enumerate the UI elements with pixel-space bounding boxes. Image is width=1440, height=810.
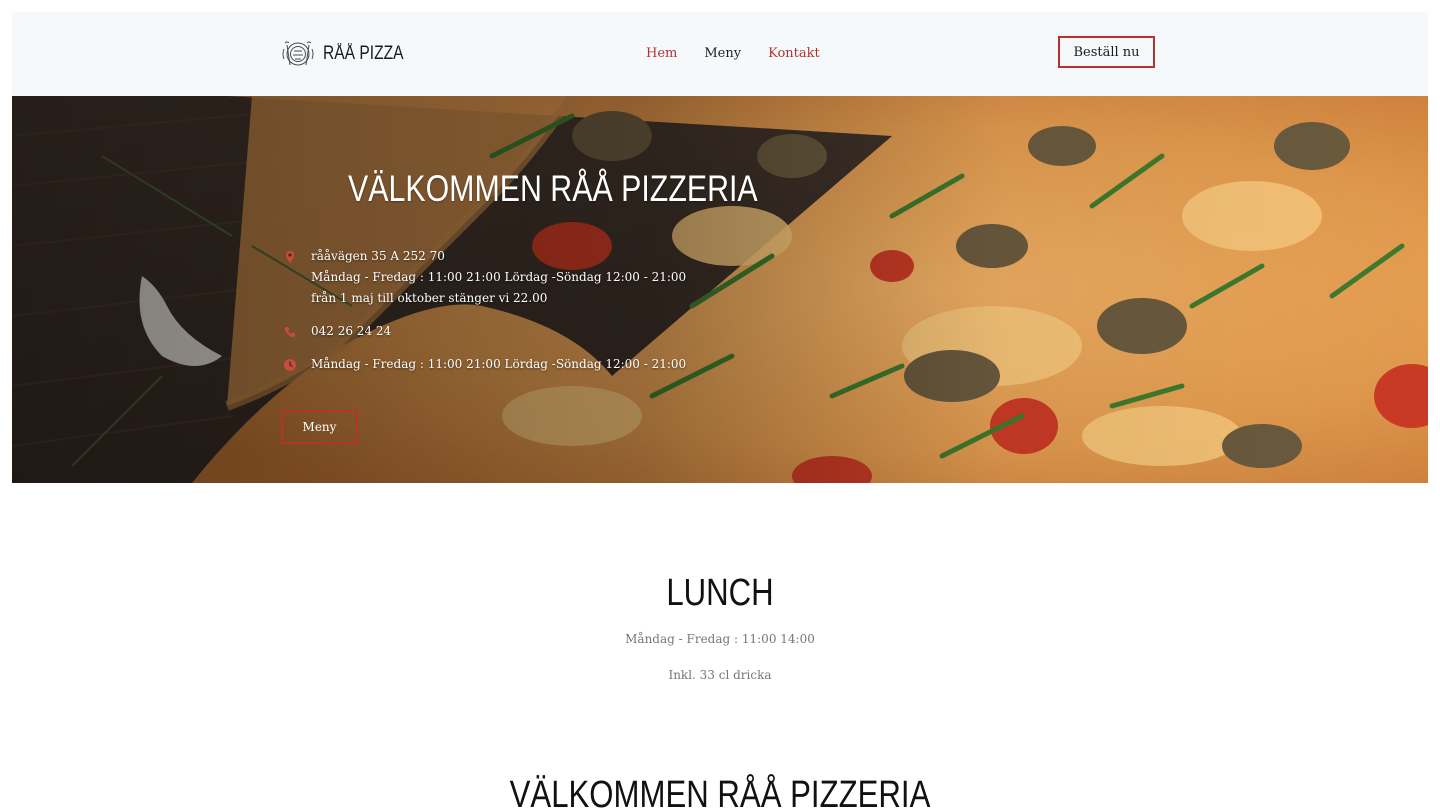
phone-row: 042 26 24 24 (283, 321, 391, 342)
main-nav: Hem Meny Kontakt (646, 46, 820, 61)
site-frame: RÅÅ PIZZA Hem Meny Kontakt Beställ nu VÄ… (12, 12, 1428, 810)
nav-link-kontakt[interactable]: Kontakt (768, 46, 820, 61)
lunch-note: Inkl. 33 cl dricka (668, 668, 772, 682)
phone-icon (284, 327, 295, 338)
summer-hours-line: från 1 maj till oktober stänger vi 22.00 (311, 291, 548, 305)
lunch-heading: LUNCH (666, 572, 774, 614)
opening-hours-line: Måndag - Fredag : 11:00 21:00 Lördag -Sö… (311, 270, 687, 284)
hours-row: Måndag - Fredag : 11:00 21:00 Lördag -Sö… (283, 354, 686, 375)
hero-banner: VÄLKOMMEN RÅÅ PIZZERIA rååvägen 35 A 252… (12, 96, 1428, 483)
logo-link[interactable]: RÅÅ PIZZA (281, 37, 421, 71)
logo-text: RÅÅ PIZZA (323, 43, 404, 64)
page: RÅÅ PIZZA Hem Meny Kontakt Beställ nu VÄ… (0, 0, 1440, 810)
pizza-logo-icon (282, 41, 314, 66)
nav-link-meny[interactable]: Meny (704, 46, 741, 61)
hero-menu-button[interactable]: Meny (281, 410, 358, 444)
order-now-button[interactable]: Beställ nu (1058, 36, 1155, 68)
phone-number[interactable]: 042 26 24 24 (311, 321, 391, 342)
welcome-section-heading: VÄLKOMMEN RÅÅ PIZZERIA (509, 774, 931, 810)
lunch-hours: Måndag - Fredag : 11:00 14:00 (625, 632, 815, 646)
map-pin-icon (286, 251, 294, 263)
clock-icon (284, 359, 296, 371)
site-header: RÅÅ PIZZA Hem Meny Kontakt Beställ nu (12, 12, 1428, 96)
hero-overlay (12, 96, 1428, 483)
hero-title: VÄLKOMMEN RÅÅ PIZZERIA (348, 168, 758, 209)
hours-text: Måndag - Fredag : 11:00 21:00 Lördag -Sö… (311, 357, 687, 371)
nav-link-hem[interactable]: Hem (646, 46, 677, 61)
address-line: rååvägen 35 A 252 70 (311, 249, 445, 263)
address-row: rååvägen 35 A 252 70 Måndag - Fredag : 1… (283, 246, 686, 309)
